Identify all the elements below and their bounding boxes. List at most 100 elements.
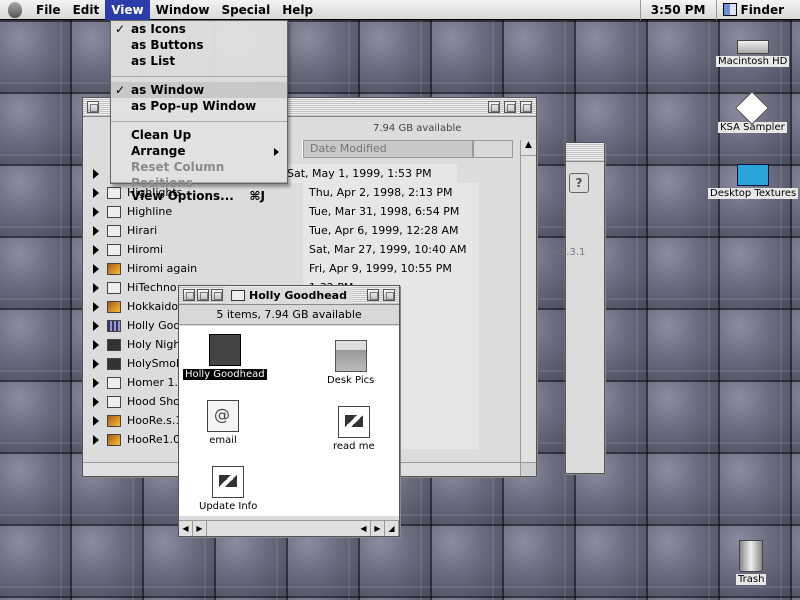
item-label: Desk Pics	[327, 375, 375, 386]
cd-icon	[735, 91, 770, 125]
icon-window-titlebar[interactable]: Holly Goodhead	[179, 286, 399, 305]
file-date: Tue, Mar 31, 1998, 6:54 PM	[303, 202, 479, 221]
image-file-icon	[107, 433, 121, 446]
folder-icon	[231, 290, 246, 301]
menu-separator	[111, 71, 287, 77]
file-item[interactable]: Update Info	[197, 466, 259, 512]
disclosure-triangle-icon[interactable]	[87, 339, 105, 350]
zoom-box[interactable]	[488, 101, 500, 113]
menu-special[interactable]: Special	[215, 0, 276, 20]
scroll-right-arrow-icon[interactable]: ▶	[371, 521, 385, 536]
scroll-up-arrow-icon[interactable]: ▲	[521, 140, 536, 156]
folder-item[interactable]: Desk Pics	[325, 340, 376, 386]
desktop-icon-desktop-textures[interactable]: Desktop Textures	[708, 164, 799, 199]
menu-item-as-list[interactable]: as List	[111, 53, 287, 69]
desktop-icon-ksa-sampler[interactable]: KSA Sampler	[718, 91, 787, 133]
desktop-icon-trash[interactable]: Trash	[736, 540, 767, 585]
table-row[interactable]: Hiromi again Fri, Apr 9, 1999, 10:55 PM	[87, 259, 513, 278]
submenu-arrow-icon	[274, 148, 279, 156]
table-row[interactable]: Hiromi Sat, Mar 27, 1999, 10:40 AM	[87, 240, 513, 259]
menu-item-reset-column-positions[interactable]: Reset Column Positions	[111, 159, 287, 190]
disclosure-triangle-icon[interactable]	[87, 206, 105, 217]
icon-window-status: 5 items, 7.94 GB available	[179, 305, 399, 325]
menu-item-arrange[interactable]: Arrange	[111, 143, 287, 159]
vertical-scrollbar[interactable]: ▲	[520, 140, 536, 462]
menu-item-label: View Options...	[131, 189, 234, 203]
menu-help[interactable]: Help	[276, 0, 319, 20]
collapse-box[interactable]	[383, 289, 395, 301]
close-box[interactable]	[183, 289, 195, 301]
column-sort-button[interactable]	[473, 140, 513, 158]
disclosure-triangle-icon[interactable]	[87, 358, 105, 369]
file-date: Sat, May 1, 1999, 1:53 PM	[281, 164, 457, 183]
horizontal-scrollbar[interactable]: ◀ ▶ ◀ ▶ ◢	[179, 520, 399, 536]
scroll-left-arrow-icon[interactable]: ◀	[357, 521, 371, 536]
disclosure-triangle-icon[interactable]	[87, 301, 105, 312]
menubar-clock[interactable]: 3:50 PM	[639, 0, 716, 20]
file-name: Hiromi	[127, 243, 164, 256]
disclosure-triangle-icon[interactable]	[87, 415, 105, 426]
menu-view[interactable]: View	[105, 0, 150, 20]
folder-item[interactable]: Holly Goodhead	[183, 334, 267, 380]
disclosure-triangle-icon[interactable]	[87, 377, 105, 388]
file-name: Hiromi again	[127, 262, 198, 275]
menu-item-view-options[interactable]: View Options... ⌘J	[111, 188, 287, 204]
menu-item-clean-up[interactable]: Clean Up	[111, 127, 287, 143]
folder-textures-icon	[737, 164, 770, 186]
menu-item-as-buttons[interactable]: as Buttons	[111, 37, 287, 53]
background-window-titlebar[interactable]	[566, 143, 604, 162]
help-button[interactable]: ?	[569, 173, 589, 193]
scroll-right-arrow-icon[interactable]: ▶	[193, 521, 207, 536]
app-file-icon	[107, 338, 121, 351]
disclosure-triangle-icon[interactable]	[87, 244, 105, 255]
application-name: Finder	[740, 2, 785, 17]
image-file-icon	[107, 262, 121, 275]
table-row[interactable]: Hirari Tue, Apr 6, 1999, 12:28 AM	[87, 221, 513, 240]
file-name: Highline	[127, 205, 173, 218]
menu-item-as-window[interactable]: ✓ as Window	[111, 82, 287, 98]
apple-menu-icon[interactable]	[0, 0, 30, 20]
finder-icon	[722, 3, 737, 16]
collapse-box[interactable]	[504, 101, 516, 113]
file-name: Hirari	[127, 224, 158, 237]
icon-view-window[interactable]: Holly Goodhead 5 items, 7.94 GB availabl…	[178, 285, 400, 537]
item-label: email	[209, 435, 237, 446]
scroll-right-box[interactable]	[211, 289, 223, 301]
file-item[interactable]: read me	[331, 406, 377, 452]
menu-file[interactable]: File	[30, 0, 67, 20]
resize-grow-icon[interactable]: ◢	[385, 521, 399, 536]
menu-item-as-icons[interactable]: ✓ as Icons	[111, 21, 287, 37]
file-item[interactable]: email	[207, 400, 239, 446]
desktop-icon-macintosh-hd[interactable]: Macintosh HD	[716, 34, 790, 67]
icon-area[interactable]: Holly Goodhead Desk Pics email read me U…	[179, 326, 399, 516]
menu-item-as-popup-window[interactable]: as Pop-up Window	[111, 98, 287, 114]
table-row[interactable]: Highline Tue, Mar 31, 1998, 6:54 PM	[87, 202, 513, 221]
disclosure-triangle-icon[interactable]	[87, 320, 105, 331]
trash-icon	[739, 540, 764, 572]
folder-icon	[107, 376, 121, 389]
menu-item-label: Clean Up	[131, 128, 192, 142]
disclosure-triangle-icon[interactable]	[87, 187, 105, 198]
scroll-left-arrow-icon[interactable]: ◀	[179, 521, 193, 536]
image-file-icon	[107, 300, 121, 313]
pattern-file-icon	[107, 319, 121, 332]
scroll-left-box[interactable]	[197, 289, 209, 301]
folder-icon	[107, 281, 121, 294]
folder-icon	[107, 243, 121, 256]
date-column-header[interactable]: Date Modified	[303, 140, 473, 158]
menu-window[interactable]: Window	[150, 0, 216, 20]
application-menu[interactable]: Finder	[715, 0, 800, 20]
disclosure-triangle-icon[interactable]	[87, 282, 105, 293]
menu-edit[interactable]: Edit	[67, 0, 106, 20]
resize-grow-box[interactable]	[520, 462, 536, 476]
disclosure-triangle-icon[interactable]	[87, 168, 105, 179]
menu-item-label: as List	[131, 54, 176, 68]
close-box[interactable]	[87, 101, 99, 113]
zoom-box[interactable]	[367, 289, 379, 301]
disclosure-triangle-icon[interactable]	[87, 434, 105, 445]
disclosure-triangle-icon[interactable]	[87, 263, 105, 274]
windowshade-box[interactable]	[520, 101, 532, 113]
background-window[interactable]: ? v2.3.1	[554, 142, 605, 474]
disclosure-triangle-icon[interactable]	[87, 396, 105, 407]
disclosure-triangle-icon[interactable]	[87, 225, 105, 236]
